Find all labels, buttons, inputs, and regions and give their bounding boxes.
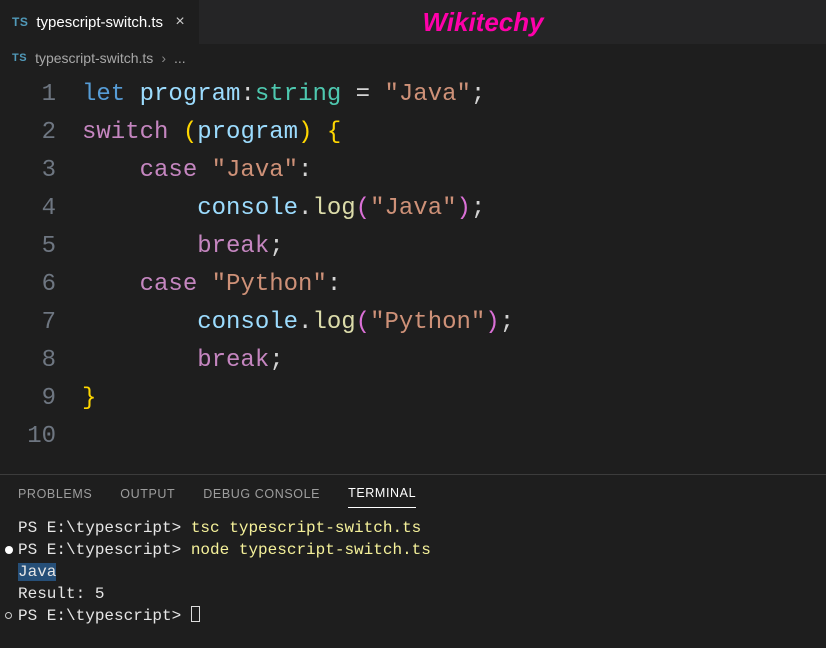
line-number: 1 bbox=[0, 76, 82, 114]
breadcrumb[interactable]: TS typescript-switch.ts › ... bbox=[0, 44, 826, 72]
typescript-icon: TS bbox=[12, 15, 28, 29]
dot-icon bbox=[5, 546, 13, 554]
terminal-output: Java bbox=[18, 561, 808, 583]
breadcrumb-filename: typescript-switch.ts bbox=[35, 50, 153, 66]
line-number: 8 bbox=[0, 342, 82, 380]
close-icon[interactable]: × bbox=[171, 13, 189, 31]
chevron-right-icon: › bbox=[161, 50, 166, 66]
code-editor[interactable]: 1 let program:string = "Java"; 2 switch … bbox=[0, 72, 826, 456]
line-number: 3 bbox=[0, 152, 82, 190]
code-line: } bbox=[82, 380, 96, 418]
code-line: case "Java": bbox=[82, 152, 312, 190]
code-line: let program:string = "Java"; bbox=[82, 76, 485, 114]
code-line: console.log("Java"); bbox=[82, 190, 485, 228]
line-number: 6 bbox=[0, 266, 82, 304]
terminal-output: Result: 5 bbox=[18, 583, 808, 605]
panel-tab-bar: PROBLEMS OUTPUT DEBUG CONSOLE TERMINAL bbox=[0, 475, 826, 511]
tab-output[interactable]: OUTPUT bbox=[120, 479, 175, 508]
cursor-icon bbox=[191, 606, 200, 622]
brand-watermark: Wikitechy bbox=[200, 7, 826, 38]
editor-tab[interactable]: TS typescript-switch.ts × bbox=[0, 0, 200, 44]
line-number: 10 bbox=[0, 418, 82, 456]
code-line: switch (program) { bbox=[82, 114, 341, 152]
typescript-icon: TS bbox=[12, 52, 27, 64]
tab-debug-console[interactable]: DEBUG CONSOLE bbox=[203, 479, 320, 508]
tab-filename: typescript-switch.ts bbox=[36, 14, 163, 31]
tab-bar: TS typescript-switch.ts × Wikitechy bbox=[0, 0, 826, 44]
line-number: 7 bbox=[0, 304, 82, 342]
code-line: case "Python": bbox=[82, 266, 341, 304]
tab-problems[interactable]: PROBLEMS bbox=[18, 479, 92, 508]
code-line: break; bbox=[82, 342, 284, 380]
code-line: break; bbox=[82, 228, 284, 266]
line-number: 9 bbox=[0, 380, 82, 418]
circle-icon bbox=[5, 612, 12, 619]
terminal[interactable]: PS E:\typescript> tsc typescript-switch.… bbox=[0, 511, 826, 633]
breadcrumb-more: ... bbox=[174, 50, 186, 66]
bottom-panel: PROBLEMS OUTPUT DEBUG CONSOLE TERMINAL P… bbox=[0, 474, 826, 648]
tab-terminal[interactable]: TERMINAL bbox=[348, 478, 416, 508]
terminal-line: PS E:\typescript> bbox=[18, 605, 808, 627]
terminal-line: PS E:\typescript> tsc typescript-switch.… bbox=[18, 517, 808, 539]
terminal-line: PS E:\typescript> node typescript-switch… bbox=[18, 539, 808, 561]
line-number: 5 bbox=[0, 228, 82, 266]
line-number: 4 bbox=[0, 190, 82, 228]
code-line: console.log("Python"); bbox=[82, 304, 514, 342]
line-number: 2 bbox=[0, 114, 82, 152]
